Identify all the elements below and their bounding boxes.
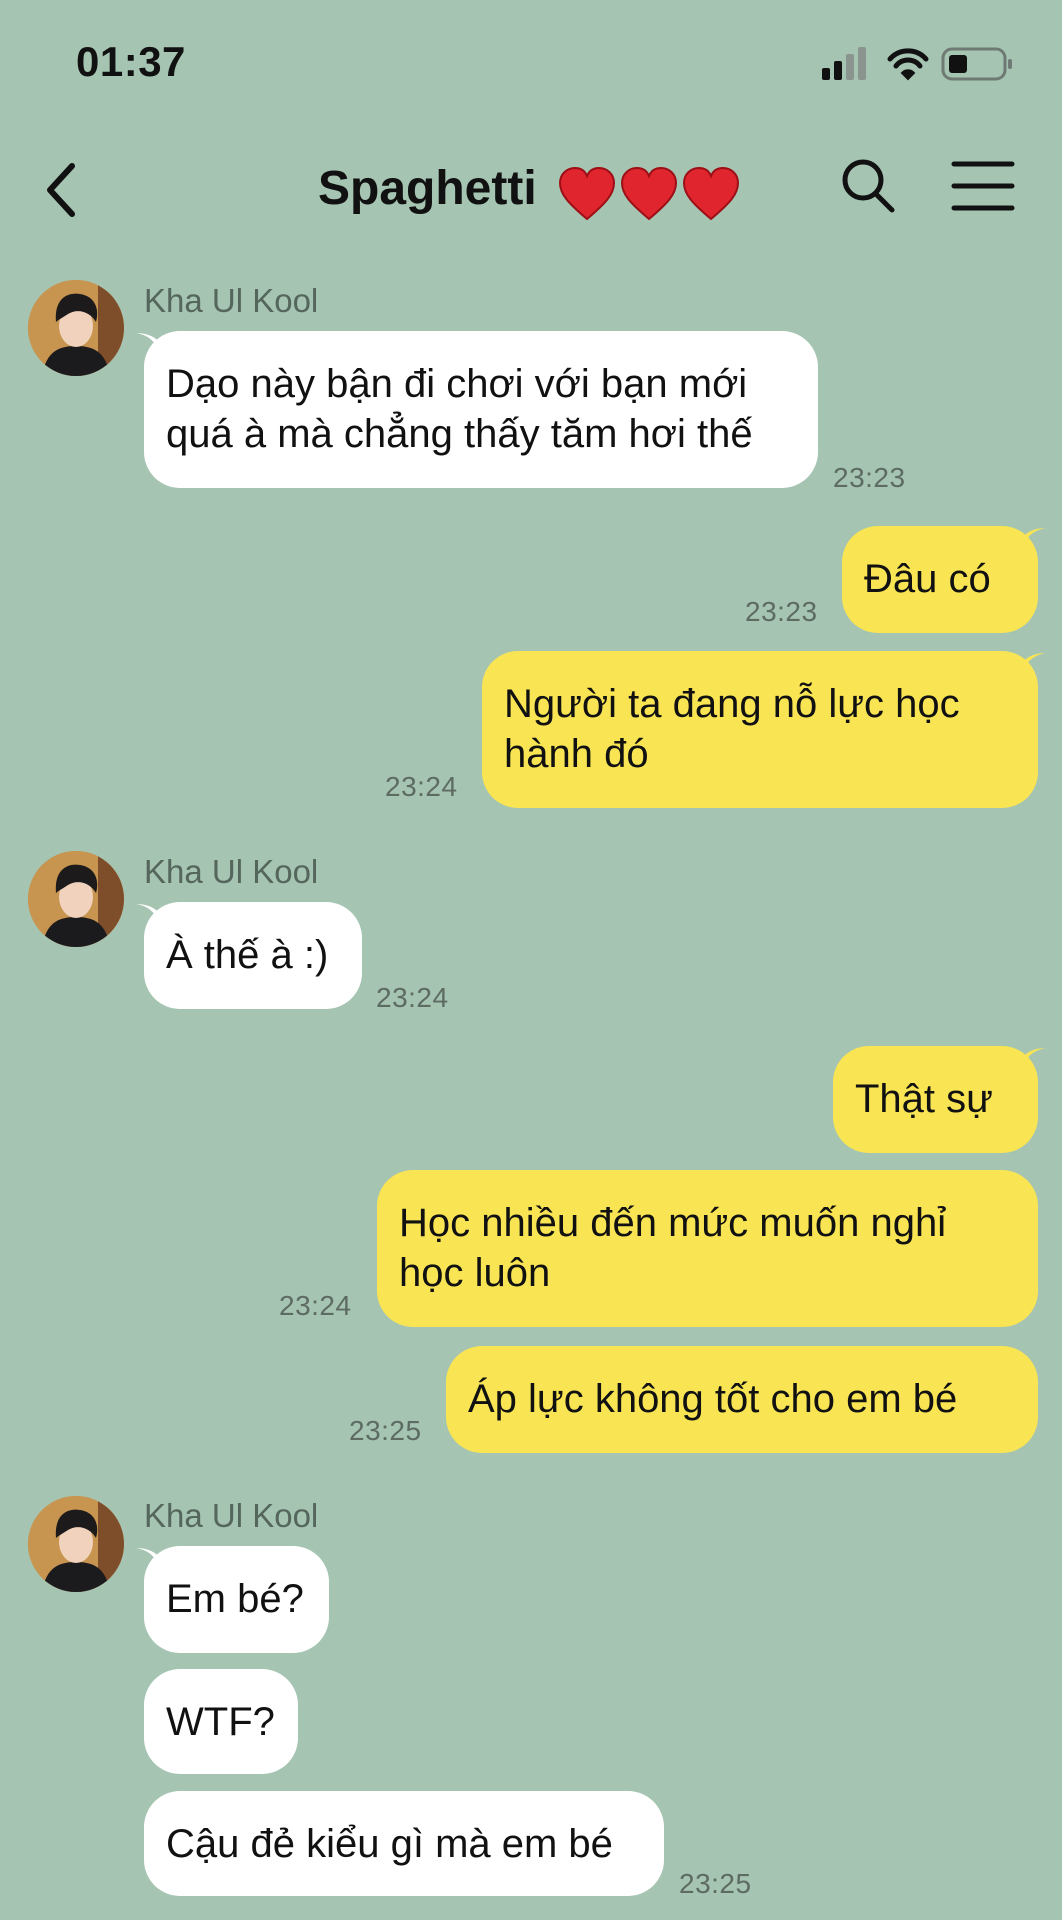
message-timestamp: 23:25 bbox=[679, 1868, 752, 1899]
bubble-tail bbox=[1020, 528, 1046, 552]
sender-name: Kha Ul Kool bbox=[144, 282, 319, 319]
bubble-tail bbox=[136, 1548, 162, 1572]
message-timestamp: 23:25 bbox=[349, 1415, 422, 1446]
message-text-line: học luôn bbox=[399, 1251, 551, 1295]
search-button[interactable] bbox=[840, 156, 896, 216]
message-text-line: Áp lực không tốt cho em bé bbox=[468, 1377, 958, 1421]
message-bubble-incoming[interactable]: À thế à :) bbox=[136, 902, 362, 1009]
status-bar: 01:37 bbox=[0, 0, 1062, 120]
hamburger-menu-icon bbox=[951, 161, 1015, 211]
sender-name: Kha Ul Kool bbox=[144, 1497, 319, 1534]
message-bubble-outgoing[interactable]: Người ta đang nỗ lực học hành đó bbox=[482, 651, 1046, 808]
message-timestamp: 23:24 bbox=[376, 982, 449, 1013]
message-timestamp: 23:24 bbox=[385, 771, 458, 802]
chevron-left-icon bbox=[47, 163, 75, 217]
message-text-line: Dạo này bận đi chơi với bạn mới bbox=[166, 362, 748, 406]
avatar-photo bbox=[28, 280, 124, 376]
message-text-line: À thế à :) bbox=[166, 933, 329, 977]
message-text-line: Đâu có bbox=[864, 557, 991, 601]
avatar-photo bbox=[28, 851, 124, 947]
bubble-tail bbox=[1020, 653, 1046, 677]
chat-title: Spaghetti bbox=[0, 154, 1062, 226]
bubble-tail bbox=[1020, 1048, 1046, 1072]
status-icons bbox=[812, 44, 1022, 84]
heart-icon bbox=[558, 166, 616, 220]
message-bubble-outgoing[interactable]: Thật sự bbox=[833, 1046, 1046, 1153]
avatar[interactable] bbox=[28, 1496, 124, 1592]
heart-icon bbox=[682, 166, 740, 220]
heart-icon bbox=[620, 166, 678, 220]
message-bubble-incoming[interactable]: WTF? bbox=[144, 1669, 298, 1774]
message-text-line: quá à mà chẳng thấy tăm hơi thế bbox=[166, 412, 753, 456]
avatar-photo bbox=[28, 1496, 124, 1592]
chat-title-text: Spaghetti bbox=[317, 162, 537, 215]
message-bubble-incoming[interactable]: Dạo này bận đi chơi với bạn mới quá à mà… bbox=[136, 331, 818, 488]
message-text-line: Cậu đẻ kiểu gì mà em bé bbox=[166, 1822, 613, 1866]
message-text-line: Người ta đang nỗ lực học bbox=[504, 682, 960, 726]
message-bubble-outgoing[interactable]: Học nhiều đến mức muốn nghỉ học luôn bbox=[377, 1170, 1038, 1327]
sender-name: Kha Ul Kool bbox=[144, 853, 319, 890]
message-bubble-incoming[interactable]: Em bé? bbox=[136, 1546, 329, 1653]
avatar[interactable] bbox=[28, 851, 124, 947]
message-bubble-outgoing[interactable]: Áp lực không tốt cho em bé bbox=[446, 1346, 1038, 1453]
message-text-line: Em bé? bbox=[166, 1577, 304, 1621]
avatar[interactable] bbox=[28, 280, 124, 376]
message-text-line: Thật sự bbox=[855, 1077, 993, 1121]
menu-button[interactable] bbox=[950, 156, 1016, 216]
message-timestamp: 23:23 bbox=[745, 596, 818, 627]
message-text-line: hành đó bbox=[504, 732, 649, 776]
message-bubble-outgoing[interactable]: Đâu có bbox=[842, 526, 1046, 633]
status-time: 01:37 bbox=[76, 38, 186, 85]
battery-icon bbox=[941, 47, 1012, 81]
bubble-tail bbox=[136, 904, 162, 928]
signal-icon bbox=[822, 47, 866, 80]
message-text-line: WTF? bbox=[166, 1700, 275, 1744]
bubble-tail bbox=[136, 333, 162, 357]
message-text-line: Học nhiều đến mức muốn nghỉ bbox=[399, 1201, 947, 1245]
message-bubble-incoming[interactable]: Cậu đẻ kiểu gì mà em bé bbox=[144, 1791, 664, 1896]
message-timestamp: 23:23 bbox=[833, 462, 906, 493]
message-timestamp: 23:24 bbox=[279, 1290, 352, 1321]
chat-header: Spaghetti bbox=[0, 140, 1062, 240]
search-icon bbox=[842, 159, 895, 213]
back-button[interactable] bbox=[36, 152, 92, 228]
wifi-icon bbox=[887, 48, 929, 81]
heart-emoji-icons bbox=[558, 156, 744, 226]
